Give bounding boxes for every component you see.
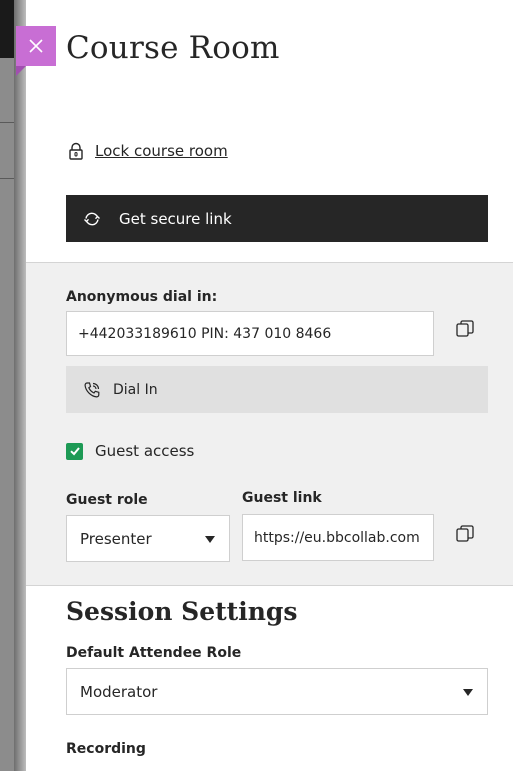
guest-role-label: Guest role xyxy=(66,492,148,508)
close-icon xyxy=(29,39,43,53)
lock-course-room-link[interactable]: Lock course room xyxy=(66,141,228,161)
copy-icon[interactable] xyxy=(455,319,475,339)
dial-in-button-label: Dial In xyxy=(113,381,158,398)
guest-access-label: Guest access xyxy=(95,442,195,460)
refresh-icon xyxy=(84,212,100,225)
guest-access-checkbox[interactable] xyxy=(66,442,83,460)
get-secure-link-button[interactable]: Get secure link xyxy=(66,195,488,242)
background-divider xyxy=(0,122,14,123)
phone-icon xyxy=(84,381,100,398)
session-settings-heading: Session Settings xyxy=(66,597,298,626)
close-button-tab xyxy=(16,66,26,76)
guest-role-value: Presenter xyxy=(80,529,152,548)
background-page-strip xyxy=(0,0,14,771)
guest-link-label: Guest link xyxy=(242,490,322,506)
page-title: Course Room xyxy=(66,30,280,66)
lock-course-room-label: Lock course room xyxy=(95,142,228,160)
guest-role-select[interactable]: Presenter xyxy=(66,515,230,562)
recording-label: Recording xyxy=(66,741,146,757)
dial-in-button[interactable]: Dial In xyxy=(66,366,488,413)
background-divider xyxy=(0,178,14,179)
guest-link-field[interactable]: https://eu.bbcollab.com xyxy=(242,514,434,561)
guest-access-row: Guest access xyxy=(66,442,194,460)
default-attendee-role-select[interactable]: Moderator xyxy=(66,668,488,715)
anonymous-dial-in-label: Anonymous dial in: xyxy=(66,289,218,305)
close-button[interactable] xyxy=(16,26,56,66)
background-dark-block xyxy=(0,0,14,58)
panel-shadow xyxy=(14,0,26,771)
chevron-down-icon xyxy=(205,535,215,543)
default-attendee-role-value: Moderator xyxy=(80,682,158,701)
get-secure-link-label: Get secure link xyxy=(119,209,232,228)
chevron-down-icon xyxy=(463,688,473,696)
copy-icon[interactable] xyxy=(455,524,475,544)
checkmark-icon xyxy=(69,447,80,456)
default-attendee-role-label: Default Attendee Role xyxy=(66,645,242,661)
lock-icon xyxy=(69,142,83,160)
dial-in-number-field[interactable]: +442033189610 PIN: 437 010 8466 xyxy=(66,311,434,356)
